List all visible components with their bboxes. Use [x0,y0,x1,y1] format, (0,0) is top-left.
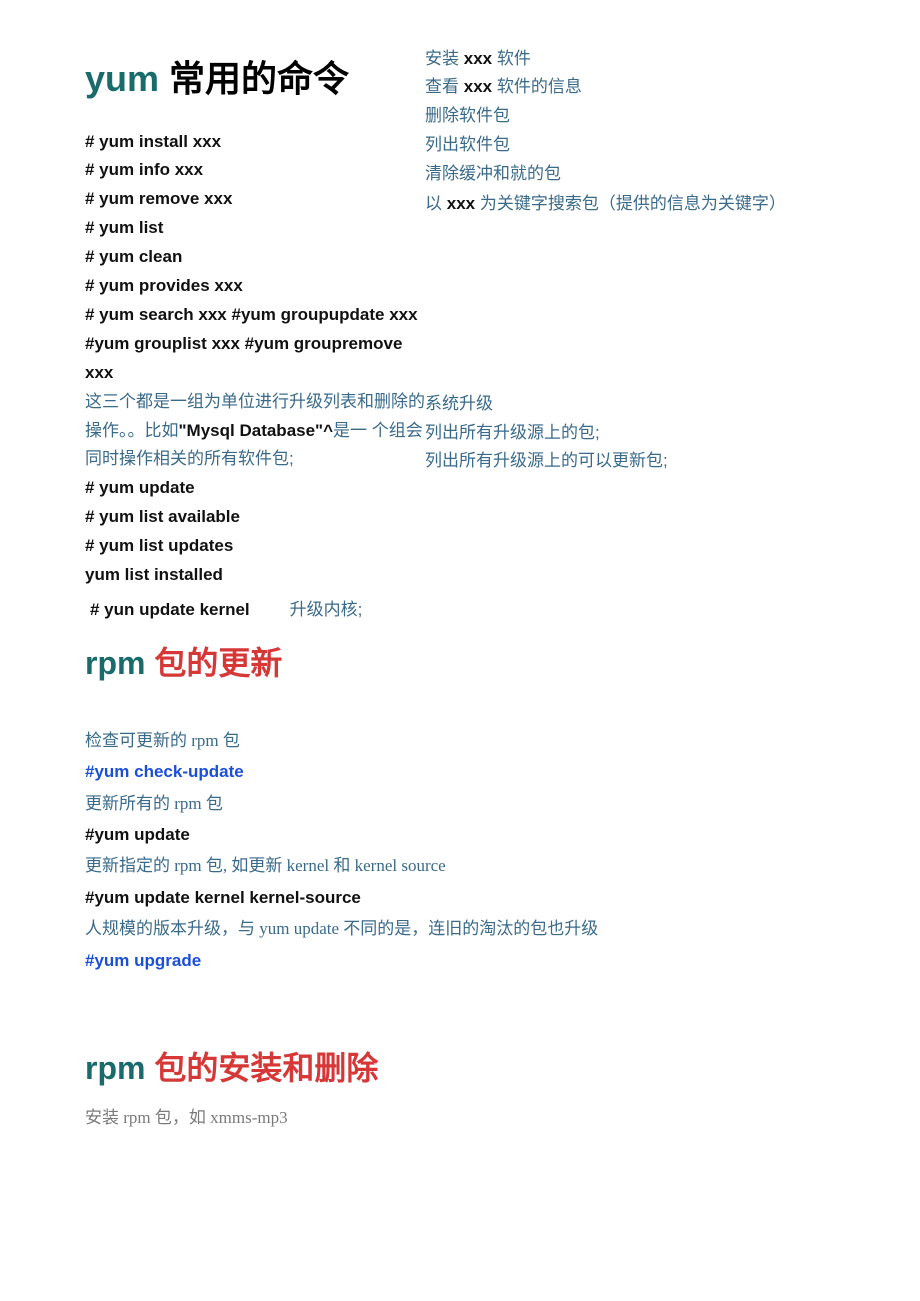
heading2-accent: rpm [85,645,154,681]
heading-rpm-install-remove: rpm 包的安装和删除 [85,1044,835,1092]
s2-line6: 人规模的版本升级，与 yum update 不同的是，连旧的淘汰的包也升级 [85,913,835,944]
desc-remove: 删除软件包 [425,102,835,131]
cmd-install: # yum install xxx [85,128,425,157]
s2-line0: 检查可更新的 rpm 包 [85,725,835,756]
s2-line4: 更新指定的 rpm 包, 如更新 kernel 和 kernel source [85,850,835,881]
left-commands-top: # yum install xxx # yum info xxx # yum r… [85,128,425,388]
desc-list-updates: 列出所有升级源上的可以更新包; [425,447,835,476]
desc-list: 列出软件包 [425,131,835,160]
cmd-search-group: # yum search xxx #yum groupupdate xxx #y… [85,301,425,388]
block-bottom: 这三个都是一组为单位进行升级列表和删除的操作。。比如"Mysql Databas… [85,388,835,590]
cmd-provides: # yum provides xxx [85,272,425,301]
cmd-remove: # yum remove xxx [85,185,425,214]
s2-line3: #yum update [85,819,835,850]
s3-line0: 安装 rpm 包，如 xmms-mp3 [85,1102,835,1133]
desc-install: 安装 xxx 软件 [425,45,835,74]
heading-rest: 常用的命令 [169,58,349,99]
cmd-update-kernel: # yun update kernel [90,596,250,625]
heading2-rest: 包的更新 [154,645,282,681]
cmd-info: # yum info xxx [85,156,425,185]
desc-update: 系统升级 [425,390,835,419]
group-note: 这三个都是一组为单位进行升级列表和删除的操作。。比如"Mysql Databas… [85,388,425,475]
heading-rpm-update: rpm 包的更新 [85,639,835,687]
s2-line2: 更新所有的 rpm 包 [85,788,835,819]
desc-search-clipped: 以 xxx 为关键字搜索包（提供的信息为关键字） [425,189,835,211]
desc-clean: 清除缓冲和就的包 [425,160,835,189]
desc-list-available: 列出所有升级源上的包; [425,419,835,448]
cmd-list-updates: # yum list updates [85,532,425,561]
s2-line5: #yum update kernel kernel-source [85,882,835,913]
cmd-list: # yum list [85,214,425,243]
cmd-list-installed: yum list installed [85,561,425,590]
right-descriptions-top: 安装 xxx 软件 查看 xxx 软件的信息 删除软件包 列出软件包 清除缓冲和… [425,43,835,211]
heading3-rest: 包的安装和删除 [154,1050,378,1086]
heading3-accent: rpm [85,1050,154,1086]
cmd-clean: # yum clean [85,243,425,272]
block-top: # yum install xxx # yum info xxx # yum r… [85,128,835,388]
heading-accent: yum [85,58,169,99]
left-note-cmds: 这三个都是一组为单位进行升级列表和删除的操作。。比如"Mysql Databas… [85,388,425,590]
s2-line1: #yum check-update [85,756,835,787]
right-descriptions-bottom: 系统升级 列出所有升级源上的包; 列出所有升级源上的可以更新包; [425,388,835,477]
cmd-update: # yum update [85,474,425,503]
cmd-list-available: # yum list available [85,503,425,532]
desc-info: 查看 xxx 软件的信息 [425,73,835,102]
s2-line7: #yum upgrade [85,945,835,976]
desc-update-kernel: 升级内核; [290,596,363,625]
kernel-row: # yun update kernel 升级内核; [85,596,835,625]
